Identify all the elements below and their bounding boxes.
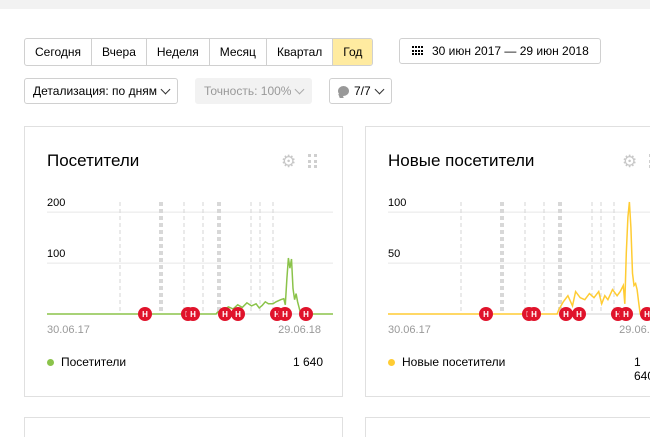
period-selector: Сегодня Вчера Неделя Месяц Квартал Год	[24, 38, 374, 66]
svg-text:Н: Н	[303, 310, 309, 319]
top-band	[0, 0, 650, 9]
legend-dot	[388, 358, 395, 366]
svg-text:Н: Н	[623, 310, 629, 319]
accuracy-dropdown-label: Точность: 100%	[204, 84, 292, 98]
chevron-down-icon	[160, 84, 171, 94]
y-tick-label: 100	[47, 248, 65, 260]
y-tick-label: 200	[47, 197, 65, 209]
segments-dropdown-label: 7/7	[354, 84, 371, 98]
legend-label: Посетители	[61, 355, 127, 369]
holiday-marker: Н	[640, 307, 650, 321]
chevron-down-icon	[374, 84, 385, 94]
holiday-marker: Н	[138, 307, 152, 321]
period-yesterday-button[interactable]: Вчера	[92, 39, 147, 65]
svg-text:Н: Н	[222, 310, 228, 319]
widget-title: Новые посетители	[388, 151, 535, 170]
legend-item: Новые посетители	[388, 355, 505, 369]
holiday-marker: Н	[559, 307, 573, 321]
holiday-marker: Н	[527, 307, 541, 321]
holiday-marker: Н	[619, 307, 633, 321]
accuracy-dropdown: Точность: 100%	[195, 78, 313, 104]
svg-text:Н: Н	[644, 310, 650, 319]
period-today-button[interactable]: Сегодня	[25, 39, 92, 65]
legend-item: Посетители	[47, 355, 126, 369]
legend-label: Новые посетители	[402, 355, 506, 369]
segments-dropdown[interactable]: 7/7	[329, 78, 392, 104]
gear-icon[interactable]: ⚙	[622, 153, 637, 170]
period-year-button[interactable]: Год	[333, 39, 373, 65]
svg-text:Н: Н	[563, 310, 569, 319]
widget-total: 1 640	[634, 355, 650, 383]
series-line	[47, 257, 333, 315]
chevron-down-icon	[295, 84, 305, 94]
visitors-chart: 100200НННННННН30.06.1729.06.18	[47, 197, 333, 336]
holiday-marker: Н	[186, 307, 200, 321]
period-quarter-button[interactable]: Квартал	[267, 39, 334, 65]
holiday-marker: Н	[572, 307, 586, 321]
widget-total: 1 640	[293, 355, 324, 369]
x-start-label: 30.06.17	[47, 324, 90, 336]
holiday-marker: Н	[278, 307, 292, 321]
svg-text:Н: Н	[282, 310, 288, 319]
svg-text:Н: Н	[483, 310, 489, 319]
svg-text:Н: Н	[142, 310, 148, 319]
series-line	[388, 201, 650, 315]
x-start-label: 30.06.17	[388, 324, 431, 336]
date-range-label: 30 июн 2017 — 29 июн 2018	[432, 44, 589, 58]
period-week-button[interactable]: Неделя	[147, 39, 210, 65]
date-range-picker[interactable]: 30 июн 2017 — 29 июн 2018	[399, 38, 601, 64]
drag-handle-icon[interactable]	[308, 154, 317, 169]
x-end-label: 29.06.18	[619, 324, 650, 336]
y-tick-label: 50	[388, 248, 400, 260]
period-month-button[interactable]: Месяц	[210, 39, 267, 65]
new-visitors-widget: Новые посетители ⚙ 50100НННННННН30.06.17…	[365, 126, 650, 397]
visitors-widget: Посетители ⚙ 100200НННННННН30.06.1729.06…	[24, 126, 343, 397]
detail-dropdown[interactable]: Детализация: по дням	[24, 78, 178, 104]
widget-card-partial	[365, 417, 650, 437]
comment-icon	[338, 86, 349, 96]
holiday-marker: Н	[299, 307, 313, 321]
svg-text:Н: Н	[190, 310, 196, 319]
new-visitors-chart: 50100НННННННН30.06.1729.06.18	[388, 197, 650, 336]
svg-text:Н: Н	[235, 310, 241, 319]
holiday-marker: Н	[218, 307, 232, 321]
calendar-icon	[412, 46, 424, 56]
widget-card-partial	[24, 417, 343, 437]
detail-dropdown-label: Детализация: по дням	[33, 84, 157, 98]
widget-title: Посетители	[47, 151, 140, 170]
x-end-label: 29.06.18	[278, 324, 321, 336]
svg-text:Н: Н	[576, 310, 582, 319]
svg-text:Н: Н	[531, 310, 537, 319]
y-tick-label: 100	[388, 197, 406, 209]
gear-icon[interactable]: ⚙	[281, 153, 296, 170]
holiday-marker: Н	[231, 307, 245, 321]
holiday-marker: Н	[479, 307, 493, 321]
legend-dot	[47, 358, 54, 366]
